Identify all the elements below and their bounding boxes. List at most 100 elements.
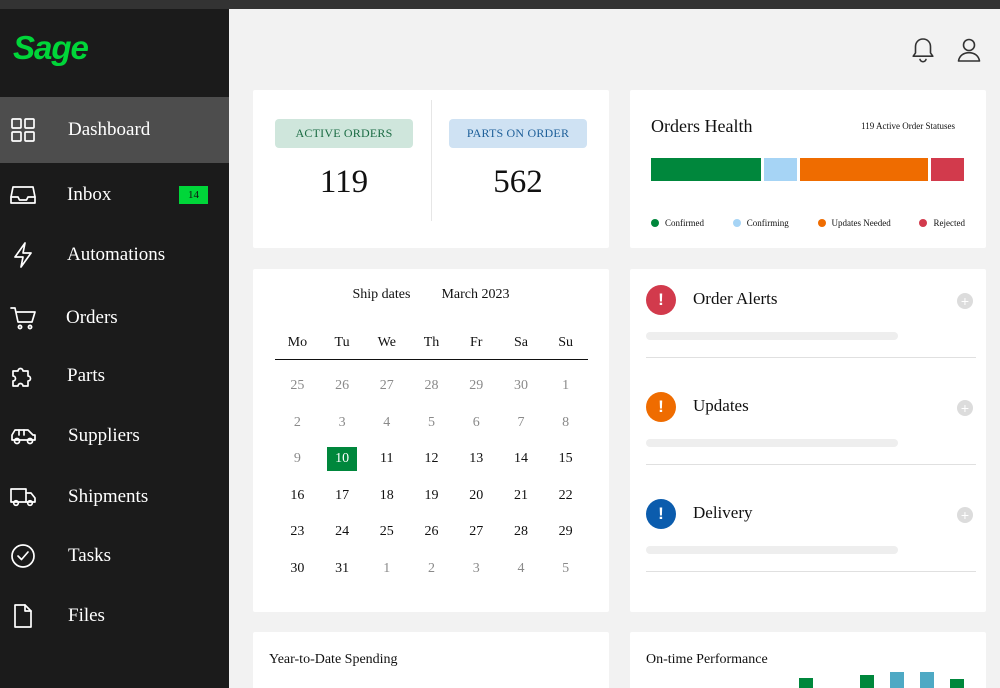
calendar-day[interactable]: 5 [543,561,588,577]
day-number: 5 [428,414,436,430]
calendar-day[interactable]: 25 [275,378,320,394]
add-icon[interactable]: + [957,400,973,416]
sidebar-item-inbox[interactable]: Inbox 14 [0,162,229,228]
sidebar-item-automations[interactable]: Automations [0,222,229,288]
calendar-day[interactable]: 18 [364,488,409,504]
day-number: 8 [562,414,570,430]
calendar-day[interactable]: 28 [499,524,544,540]
weekday-label: Fr [470,334,483,350]
day-number: 3 [338,414,346,430]
calendar-day[interactable]: 27 [454,524,499,540]
calendar-day[interactable]: 24 [320,524,365,540]
parts-on-order-stat[interactable]: PARTS ON ORDER 562 [449,119,587,201]
calendar-day[interactable]: 14 [499,451,544,467]
weekday-label: Su [558,334,574,350]
sidebar-item-label: Suppliers [68,425,140,446]
sidebar-item-files[interactable]: Files [0,583,229,649]
sidebar-item-tasks[interactable]: Tasks [0,523,229,589]
day-number: 23 [290,524,305,540]
day-number: 27 [379,378,394,394]
sidebar-item-parts[interactable]: Parts [0,343,229,409]
day-number: 9 [293,451,301,467]
user-icon[interactable] [956,36,982,69]
calendar-day[interactable]: 15 [543,451,588,467]
calendar-day[interactable]: 16 [275,488,320,504]
health-segment-confirmed[interactable] [651,158,761,181]
file-icon [8,601,38,631]
calendar-day[interactable]: 27 [364,378,409,394]
sidebar-item-label: Shipments [68,486,149,507]
add-icon[interactable]: + [957,507,973,523]
calendar-day[interactable]: 1 [543,378,588,394]
day-number: 12 [424,451,439,467]
calendar-day[interactable]: 31 [320,561,365,577]
alerts-card: ! Order Alerts +! Updates +! Delivery + [630,269,986,612]
performance-bar [890,672,904,688]
calendar-day[interactable]: 4 [499,561,544,577]
cart-icon [8,303,38,333]
calendar-day[interactable]: 7 [499,415,544,431]
calendar-day[interactable]: 29 [454,378,499,394]
calendar-day[interactable]: 17 [320,488,365,504]
calendar-day[interactable]: 22 [543,488,588,504]
calendar-day[interactable]: 25 [364,524,409,540]
weekday-label: Mo [287,334,308,350]
health-segment-updates-needed[interactable] [800,158,928,181]
sidebar-item-label: Inbox [67,184,112,205]
legend-item: Confirming [732,218,789,228]
legend-dot [651,219,659,227]
calendar-day[interactable]: 28 [409,378,454,394]
calendar-day[interactable]: 2 [275,415,320,431]
calendar-day[interactable]: 3 [320,415,365,431]
loading-placeholder [646,546,898,554]
calendar-day[interactable]: 5 [409,415,454,431]
calendar-day[interactable]: 26 [320,378,365,394]
calendar-day[interactable]: 21 [499,488,544,504]
calendar-day[interactable]: 12 [409,451,454,467]
calendar-day[interactable]: 23 [275,524,320,540]
day-number: 6 [472,414,480,430]
calendar-day-selected[interactable]: 10 [320,447,365,472]
calendar-day[interactable]: 11 [364,451,409,467]
calendar-day[interactable]: 26 [409,524,454,540]
sidebar-item-orders[interactable]: Orders [0,285,229,351]
day-number: 26 [424,524,439,540]
weekday-label: Th [423,334,440,350]
health-segment-confirming[interactable] [764,158,797,181]
calendar-day[interactable]: 30 [275,561,320,577]
parts-on-order-label: PARTS ON ORDER [449,119,587,148]
calendar-day[interactable]: 3 [454,561,499,577]
day-number: 27 [469,524,484,540]
add-icon[interactable]: + [957,293,973,309]
sidebar-item-shipments[interactable]: Shipments [0,464,229,530]
bell-icon[interactable] [910,36,936,69]
calendar-day[interactable]: 29 [543,524,588,540]
sidebar-item-dashboard[interactable]: Dashboard [0,97,229,163]
legend-dot [919,219,928,227]
calendar-month[interactable]: March 2023 [441,287,509,302]
calendar-week: 23 24 25 26 27 28 29 [275,514,588,551]
on-time-performance-card: On-time Performance [630,632,986,688]
health-segment-rejected[interactable] [931,158,964,181]
calendar-day[interactable]: 1 [364,561,409,577]
calendar-day[interactable]: 8 [543,415,588,431]
day-number: 15 [558,451,573,467]
ytd-spending-card: Year-to-Date Spending [253,632,609,688]
sidebar-item-suppliers[interactable]: Suppliers [0,403,229,469]
calendar-day[interactable]: 9 [275,451,320,467]
calendar-day[interactable]: 4 [364,415,409,431]
calendar-day[interactable]: 2 [409,561,454,577]
calendar-day[interactable]: 30 [499,378,544,394]
orders-health-bar[interactable] [651,158,965,181]
day-number: 31 [335,560,350,576]
sage-logo[interactable]: Sage [13,29,89,67]
performance-bar [950,679,964,688]
calendar-day[interactable]: 13 [454,451,499,467]
legend-label: Rejected [933,218,965,228]
day-number: 19 [424,487,439,503]
calendar-day[interactable]: 19 [409,488,454,504]
calendar-day[interactable]: 20 [454,488,499,504]
calendar-day[interactable]: 6 [454,415,499,431]
calendar-label: Ship dates [352,287,411,302]
active-orders-stat[interactable]: ACTIVE ORDERS 119 [275,119,413,201]
